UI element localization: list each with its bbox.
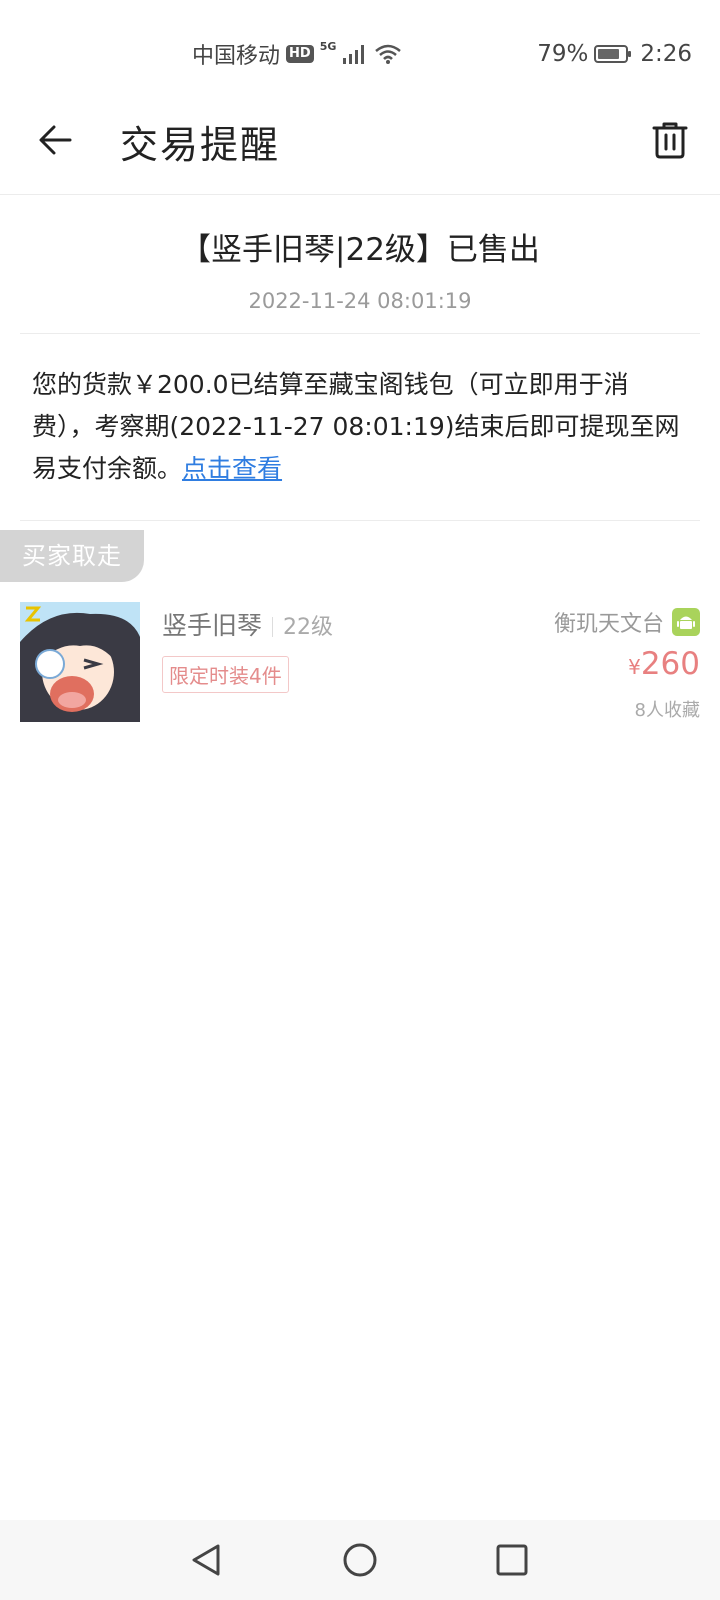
divider (20, 520, 700, 521)
status-right: 79% 2:26 (537, 36, 692, 72)
battery-percent: 79% (537, 41, 589, 67)
status-bar: 中国移动 HD 5G 79% 2:26 (0, 0, 720, 100)
page-title: 交易提醒 (120, 123, 281, 167)
listing-price: ¥260 (628, 646, 700, 682)
listing-name: 竖手旧琴 22级 (162, 606, 333, 642)
nav-back-button[interactable] (184, 1538, 228, 1582)
price-currency: ¥ (628, 655, 641, 679)
price-value: 260 (640, 646, 700, 682)
nav-home-icon (343, 1543, 377, 1577)
notice-time: 2022-11-24 08:01:19 (248, 289, 472, 313)
limited-outfit-badge: 限定时装4件 (162, 656, 289, 693)
wifi-icon (375, 44, 402, 64)
trash-icon (652, 122, 688, 159)
listing-card[interactable]: 竖手旧琴 22级 限定时装4件 衡玑天文台 ¥260 8人收藏 (20, 602, 700, 724)
app-header: 交易提醒 (0, 100, 720, 195)
battery-icon (594, 45, 632, 63)
notice-body: 您的货款￥200.0已结算至藏宝阁钱包（可立即用于消费），考察期(2022-11… (20, 334, 700, 520)
character-name: 竖手旧琴 (162, 611, 263, 640)
character-level: 22级 (283, 615, 334, 640)
notice-body-text: 您的货款￥200.0已结算至藏宝阁钱包（可立即用于消费），考察期(2022-11… (32, 370, 680, 483)
notice-title: 【竖手旧琴|22级】已售出 (180, 232, 540, 268)
buyer-pickup-tag: 买家取走 (0, 530, 144, 582)
back-button[interactable] (32, 116, 80, 164)
delete-button[interactable] (646, 116, 694, 164)
system-nav-bar (0, 1520, 720, 1600)
server-name: 衡玑天文台 (553, 612, 664, 637)
favorites-count: 8人收藏 (634, 700, 700, 721)
nav-back-icon (192, 1544, 220, 1576)
carrier-label: 中国移动 (192, 44, 281, 69)
view-details-link[interactable]: 点击查看 (182, 454, 282, 483)
network-label: 5G (319, 39, 337, 53)
status-time: 2:26 (640, 41, 692, 67)
android-icon (672, 608, 700, 636)
trade-notice: 【竖手旧琴|22级】已售出 2022-11-24 08:01:19 您的货款￥2… (20, 194, 700, 521)
character-avatar (20, 602, 140, 722)
back-arrow-icon (39, 125, 72, 155)
name-separator (272, 617, 274, 637)
nav-home-button[interactable] (338, 1538, 382, 1582)
signal-icon (343, 45, 365, 64)
character-illustration (20, 602, 140, 722)
hd-icon: HD (286, 45, 314, 63)
nav-recents-button[interactable] (490, 1538, 534, 1582)
nav-recents-icon (496, 1544, 528, 1576)
battery-fill (598, 49, 619, 59)
server-info: 衡玑天文台 (554, 606, 700, 638)
status-center: 中国移动 HD 5G (192, 36, 402, 72)
